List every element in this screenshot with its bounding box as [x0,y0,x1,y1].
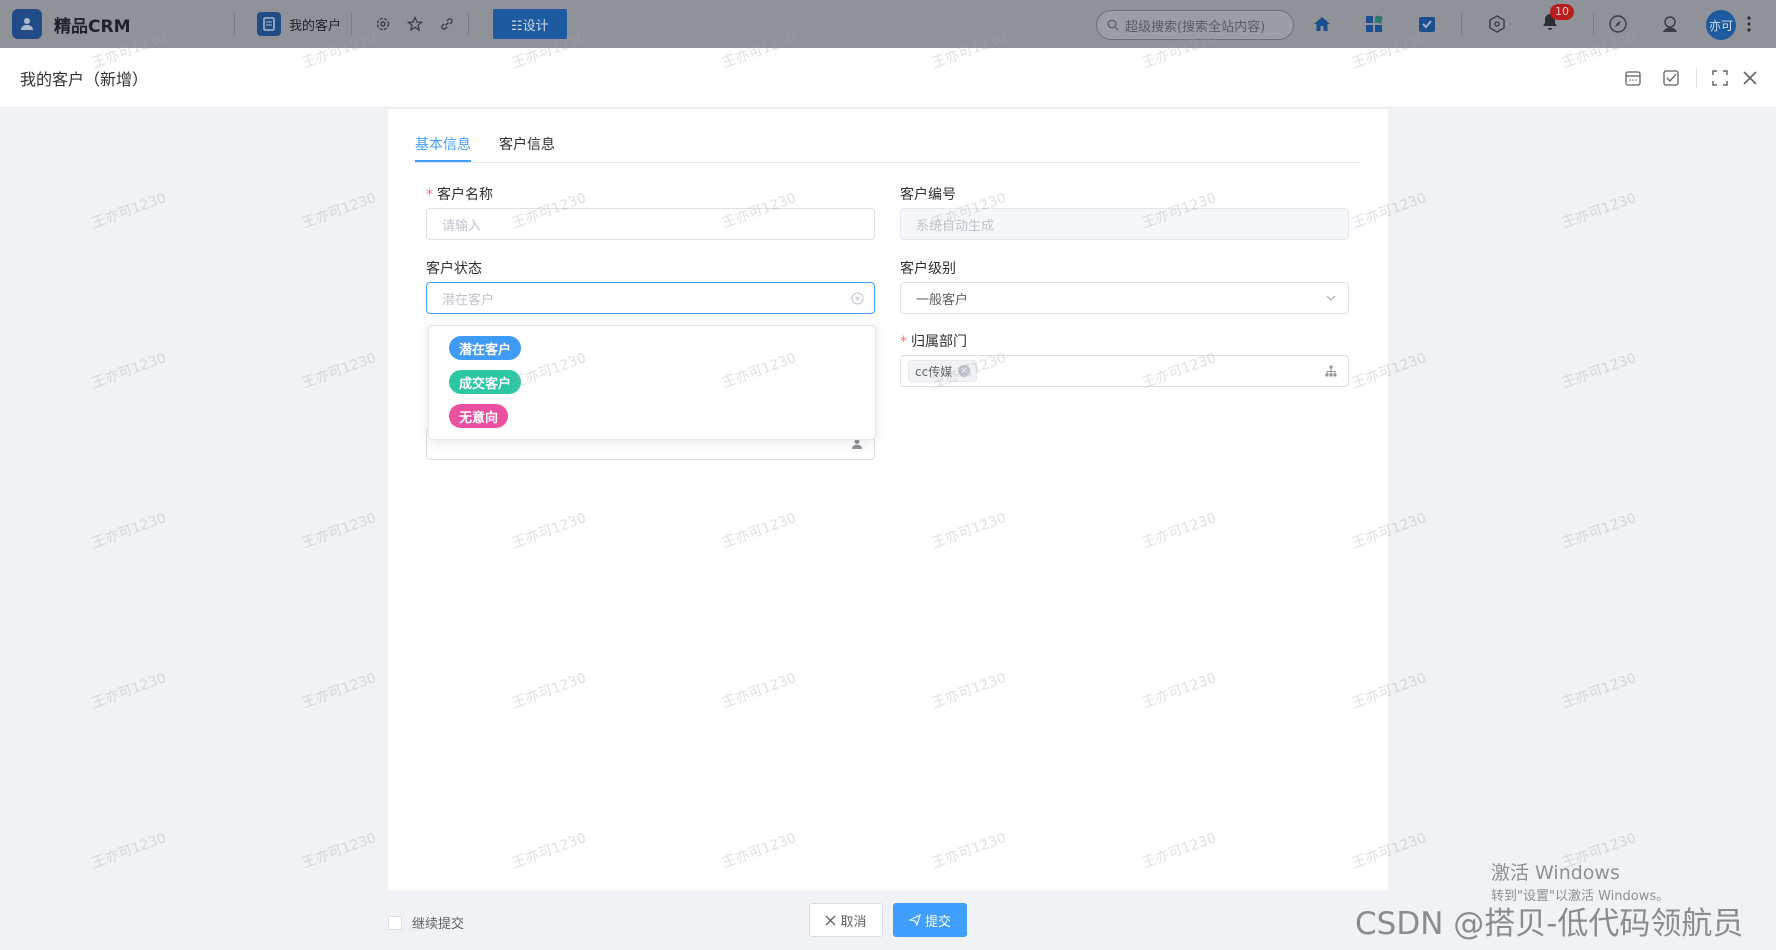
divider [1461,13,1462,35]
department-picker[interactable]: cc传媒 × [900,355,1349,387]
windows-activate-title: 激活 Windows [1491,862,1620,884]
watermark-text: 王亦可1230 [1559,670,1639,712]
customer-status-placeholder: 潜在客户 [442,292,495,308]
continue-submit-label: 继续提交 [412,917,465,932]
watermark-text: 王亦可1230 [89,190,169,232]
watermark-text: 王亦可1230 [1559,510,1639,552]
watermark-text: 王亦可1230 [89,830,169,872]
link-icon[interactable] [436,13,458,35]
department-tag-label: cc传媒 [915,364,953,379]
watermark-text: 王亦可1230 [299,830,379,872]
watermark-text: 王亦可1230 [299,670,379,712]
calendar-icon[interactable] [1621,66,1645,90]
divider [351,13,353,35]
watermark-text: 王亦可1230 [89,350,169,392]
task-check-icon[interactable] [1417,0,1437,48]
status-option-no-intent[interactable]: 无意向 [449,404,509,428]
search-icon [1107,19,1119,31]
department-tag: cc传媒 × [908,360,978,382]
settings-gear-icon[interactable] [372,13,394,35]
notification-bell-icon[interactable]: 10 [1540,0,1574,48]
customer-code-placeholder: 系统自动生成 [916,218,995,234]
top-nav-bar: 精品CRM 我的客户 ☷设计 [0,0,1776,48]
divider [1593,13,1594,35]
tab-customer-info[interactable]: 客户信息 [499,134,555,154]
chevron-down-icon [1324,291,1338,305]
search-placeholder: 超级搜索(搜索全站内容) [1125,19,1266,35]
modal-header: 我的客户（新增） [0,48,1776,108]
watermark-text: 王亦可1230 [299,350,379,392]
watermark-text: 王亦可1230 [299,190,379,232]
modal-title: 我的客户（新增） [20,69,149,89]
status-option-closed[interactable]: 成交客户 [449,370,522,394]
submit-button[interactable]: 提交 [893,903,967,937]
customer-code-input: 系统自动生成 [900,208,1349,240]
star-icon[interactable] [404,13,426,35]
department-label: * 归属部门 [900,334,967,350]
send-icon [908,914,921,926]
tag-close-icon[interactable]: × [958,365,971,377]
csdn-watermark: CSDN @搭贝-低代码领航员 [1355,906,1744,942]
user-group-icon [21,18,33,30]
watermark-text: 王亦可1230 [89,670,169,712]
apps-grid-icon[interactable] [1364,0,1384,48]
design-button[interactable]: ☷设计 [493,9,567,39]
fullscreen-icon[interactable] [1708,66,1732,90]
customer-name-input[interactable]: 请输入 [426,208,875,240]
app-name: 精品CRM [54,16,131,37]
current-page-tab[interactable]: 我的客户 [289,15,341,34]
form-tabs: 基本信息 客户信息 [415,109,1361,163]
status-option-potential[interactable]: 潜在客户 [449,336,522,360]
close-icon [826,915,836,925]
cancel-button[interactable]: 取消 [809,903,883,937]
clear-circle-icon[interactable] [850,291,864,305]
hexagon-icon[interactable] [1487,0,1507,48]
continue-submit-checkbox[interactable]: 继续提交 [388,913,464,932]
customer-code-label: 客户编号 [900,187,956,203]
form-footer: 继续提交 取消 提交 [388,892,1388,950]
customer-name-placeholder: 请输入 [442,218,482,234]
customer-status-select[interactable]: 潜在客户 [426,282,875,314]
watermark-text: 王亦可1230 [1559,350,1639,392]
form-card: 基本信息 客户信息 * 客户名称 请输入 客户编号 系统自动生成 客户状态 潜在客… [388,109,1388,890]
customer-name-label: * 客户名称 [426,187,493,203]
notification-count-badge: 10 [1550,4,1574,20]
more-vertical-icon[interactable] [1746,0,1752,48]
divider [468,13,470,35]
global-search-input[interactable]: 超级搜索(搜索全站内容) [1096,10,1294,40]
close-icon[interactable] [1738,66,1762,90]
support-headset-icon[interactable] [1659,0,1681,48]
document-icon [257,12,281,36]
user-avatar[interactable]: 亦可 [1706,10,1736,40]
customer-status-label: 客户状态 [426,261,482,277]
divider [234,13,235,35]
status-dropdown: 潜在客户 成交客户 无意向 [428,325,876,440]
divider [1696,68,1697,88]
app-logo[interactable] [12,9,42,39]
checkbox-box[interactable] [388,915,402,930]
active-tab-indicator [415,160,471,162]
customer-level-select[interactable]: 一般客户 [900,282,1349,314]
tab-basic-info[interactable]: 基本信息 [415,134,471,154]
home-icon[interactable] [1312,0,1332,48]
checkbox-square-icon[interactable] [1659,66,1683,90]
watermark-text: 王亦可1230 [89,510,169,552]
watermark-text: 王亦可1230 [1559,190,1639,232]
org-tree-icon[interactable] [1324,364,1338,378]
compass-icon[interactable] [1608,0,1628,48]
customer-level-value: 一般客户 [916,292,969,308]
customer-level-label: 客户级别 [900,261,956,277]
watermark-text: 王亦可1230 [299,510,379,552]
